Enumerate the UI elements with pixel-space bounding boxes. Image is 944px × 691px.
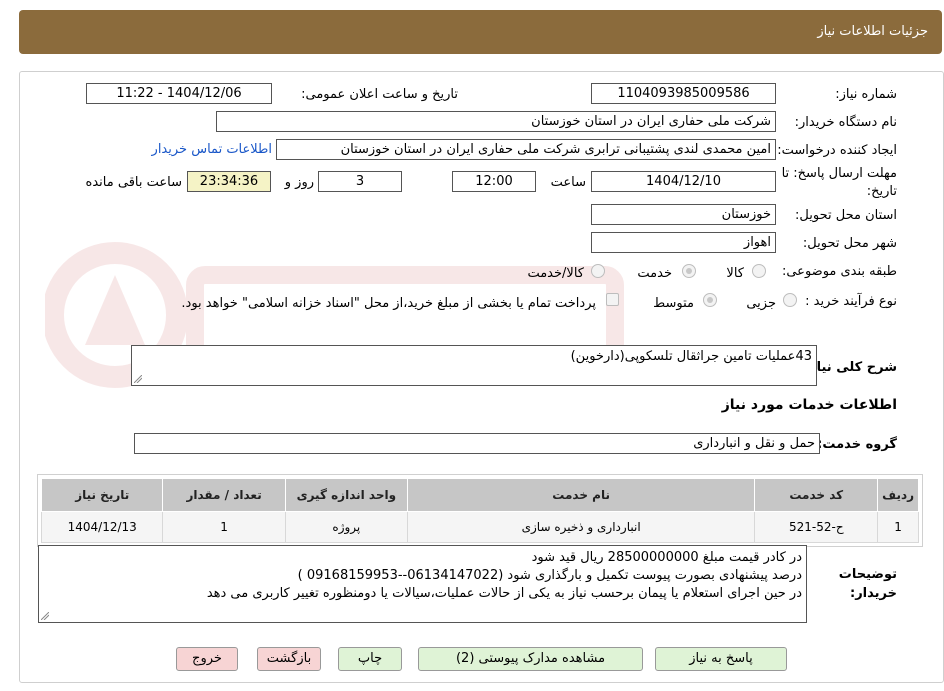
province-label: استان محل تحویل: (795, 208, 897, 223)
resize-handle-icon[interactable] (134, 375, 142, 383)
process-label: نوع فرآیند خرید : (805, 294, 897, 309)
resize-handle-icon[interactable] (41, 612, 49, 620)
city-label: شهر محل تحویل: (802, 236, 897, 251)
summary-textarea[interactable]: 43عملیات تامین جراثقال تلسکوپی(دارخوین) (131, 345, 817, 386)
buyer-org-label: نام دستگاه خریدار: (794, 115, 897, 130)
time-label: ساعت (550, 175, 586, 190)
payment-checkbox[interactable] (606, 293, 619, 306)
page-header: جزئیات اطلاعات نیاز (19, 10, 942, 54)
category-both-radio[interactable] (591, 264, 605, 278)
cell-service-code: ح-52-521 (754, 511, 879, 543)
days-label: روز و (284, 175, 314, 190)
process-medium-radio[interactable] (703, 293, 717, 307)
col-header-service-code: کد خدمت (754, 478, 879, 512)
exit-button[interactable]: خروج (176, 647, 238, 671)
notes-line: درصد پیشنهادی بصورت پیوست تکمیل و بارگذا… (297, 568, 802, 583)
city-field: اهواز (591, 232, 776, 253)
deadline-label: مهلت ارسال پاسخ: تا (781, 166, 897, 181)
remaining-label: ساعت باقی مانده (85, 175, 182, 190)
buyer-org-field: شرکت ملی حفاری ایران در استان خوزستان (216, 111, 776, 132)
category-both-label: کالا/خدمت (527, 266, 584, 281)
notes-label: توضیحات (838, 567, 897, 582)
back-button[interactable]: بازگشت (257, 647, 321, 671)
col-header-service-name: نام خدمت (406, 478, 756, 512)
cell-service-name: انبارداری و ذخیره سازی (406, 511, 756, 543)
reply-button[interactable]: پاسخ به نیاز (655, 647, 787, 671)
notes-label-2: خریدار: (850, 586, 897, 601)
service-group-label: گروه خدمت: (817, 437, 897, 452)
contact-info-link[interactable]: اطلاعات تماس خریدار (140, 142, 272, 157)
service-group-field: حمل و نقل و انبارداری (134, 433, 820, 454)
category-service-label: خدمت (637, 266, 672, 281)
page-title: جزئیات اطلاعات نیاز (817, 24, 928, 39)
cell-row-number: 1 (877, 511, 919, 543)
need-number-label: شماره نیاز: (835, 87, 897, 102)
print-button[interactable]: چاپ (338, 647, 402, 671)
requester-field: امین محمدی لندی پشتیبانی ترابری شرکت ملی… (276, 139, 776, 160)
notes-textarea[interactable]: در کادر قیمت مبلغ 28500000000 ریال قید ش… (38, 545, 807, 623)
services-table: ردیف کد خدمت نام خدمت واحد اندازه گیری ت… (40, 478, 919, 543)
services-table-container: ردیف کد خدمت نام خدمت واحد اندازه گیری ت… (37, 474, 923, 547)
services-heading: اطلاعات خدمات مورد نیاز (721, 397, 897, 413)
summary-text: 43عملیات تامین جراثقال تلسکوپی(دارخوین) (570, 349, 812, 364)
col-header-row-number: ردیف (877, 478, 919, 512)
payment-note: پرداخت تمام یا بخشی از مبلغ خرید،از محل … (181, 296, 596, 311)
notes-line: در کادر قیمت مبلغ 28500000000 ریال قید ش… (531, 550, 802, 565)
notes-text: در کادر قیمت مبلغ 28500000000 ریال قید ش… (207, 549, 802, 603)
process-minor-label: جزیی (746, 296, 776, 311)
table-header-row: ردیف کد خدمت نام خدمت واحد اندازه گیری ت… (40, 478, 919, 512)
category-goods-radio[interactable] (752, 264, 766, 278)
province-field: خوزستان (591, 204, 776, 225)
category-label: طبقه بندی موضوعی: (781, 264, 897, 279)
process-medium-label: متوسط (653, 296, 694, 311)
view-attachments-button[interactable]: مشاهده مدارک پیوستی (2) (418, 647, 643, 671)
announce-field: 1404/12/06 - 11:22 (86, 83, 272, 104)
category-service-radio[interactable] (682, 264, 696, 278)
remaining-time-field: 23:34:36 (187, 171, 271, 192)
table-row: 1 ح-52-521 انبارداری و ذخیره سازی پروژه … (40, 511, 919, 543)
cell-need-date: 1404/12/13 (40, 511, 164, 543)
deadline-time-field: 12:00 (452, 171, 536, 192)
deadline-date-field: 1404/12/10 (591, 171, 776, 192)
need-number-field: 1104093985009586 (591, 83, 776, 104)
days-field: 3 (318, 171, 402, 192)
category-goods-label: کالا (726, 266, 744, 281)
summary-label: شرح کلی نیاز: (803, 360, 897, 375)
col-header-quantity: تعداد / مقدار (162, 478, 286, 512)
announce-label: تاریخ و ساعت اعلان عمومی: (301, 87, 458, 102)
col-header-unit: واحد اندازه گیری (284, 478, 408, 512)
cell-quantity: 1 (162, 511, 286, 543)
cell-unit: پروژه (284, 511, 408, 543)
col-header-need-date: تاریخ نیاز (40, 478, 164, 512)
process-minor-radio[interactable] (783, 293, 797, 307)
deadline-label-2: تاریخ: (866, 184, 897, 199)
requester-label: ایجاد کننده درخواست: (777, 143, 897, 158)
notes-line: در حین اجرای استعلام یا پیمان برحسب نیاز… (206, 586, 802, 601)
